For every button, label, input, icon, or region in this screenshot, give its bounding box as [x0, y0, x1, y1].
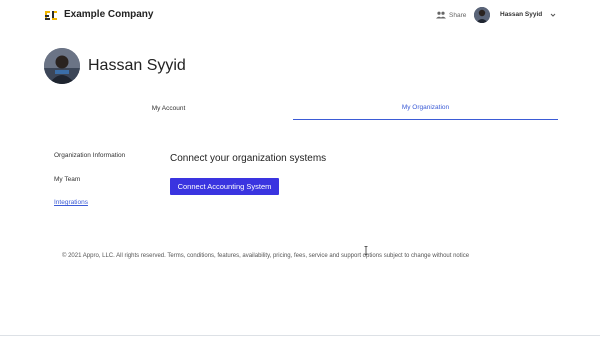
bottom-divider [0, 335, 600, 336]
company-logo[interactable] [44, 9, 58, 22]
section-title: Connect your organization systems [170, 153, 327, 164]
people-icon [436, 11, 446, 19]
sidebar-item-integrations[interactable]: Integrations [54, 199, 88, 206]
connect-accounting-system-button[interactable]: Connect Accounting System [170, 178, 279, 195]
chevron-down-icon[interactable] [550, 12, 556, 18]
tab-my-organization[interactable]: My Organization [293, 96, 558, 120]
tabs: My Account My Organization [44, 96, 558, 120]
avatar[interactable] [474, 7, 490, 23]
tab-my-account[interactable]: My Account [44, 96, 293, 120]
top-header: Example Company Share Hassan Syyid [0, 0, 600, 32]
company-name: Example Company [64, 9, 154, 20]
share-button[interactable]: Share [436, 11, 466, 19]
profile-name: Hassan Syyid [88, 57, 186, 74]
share-label: Share [449, 11, 467, 19]
footer-legal-text: © 2021 Appro, LLC. All rights reserved. … [62, 253, 470, 259]
sidebar-item-organization-information[interactable]: Organization Information [54, 152, 125, 159]
sidebar-item-my-team[interactable]: My Team [54, 176, 80, 183]
user-menu-name[interactable]: Hassan Syyid [500, 11, 542, 18]
profile-avatar [44, 48, 80, 84]
